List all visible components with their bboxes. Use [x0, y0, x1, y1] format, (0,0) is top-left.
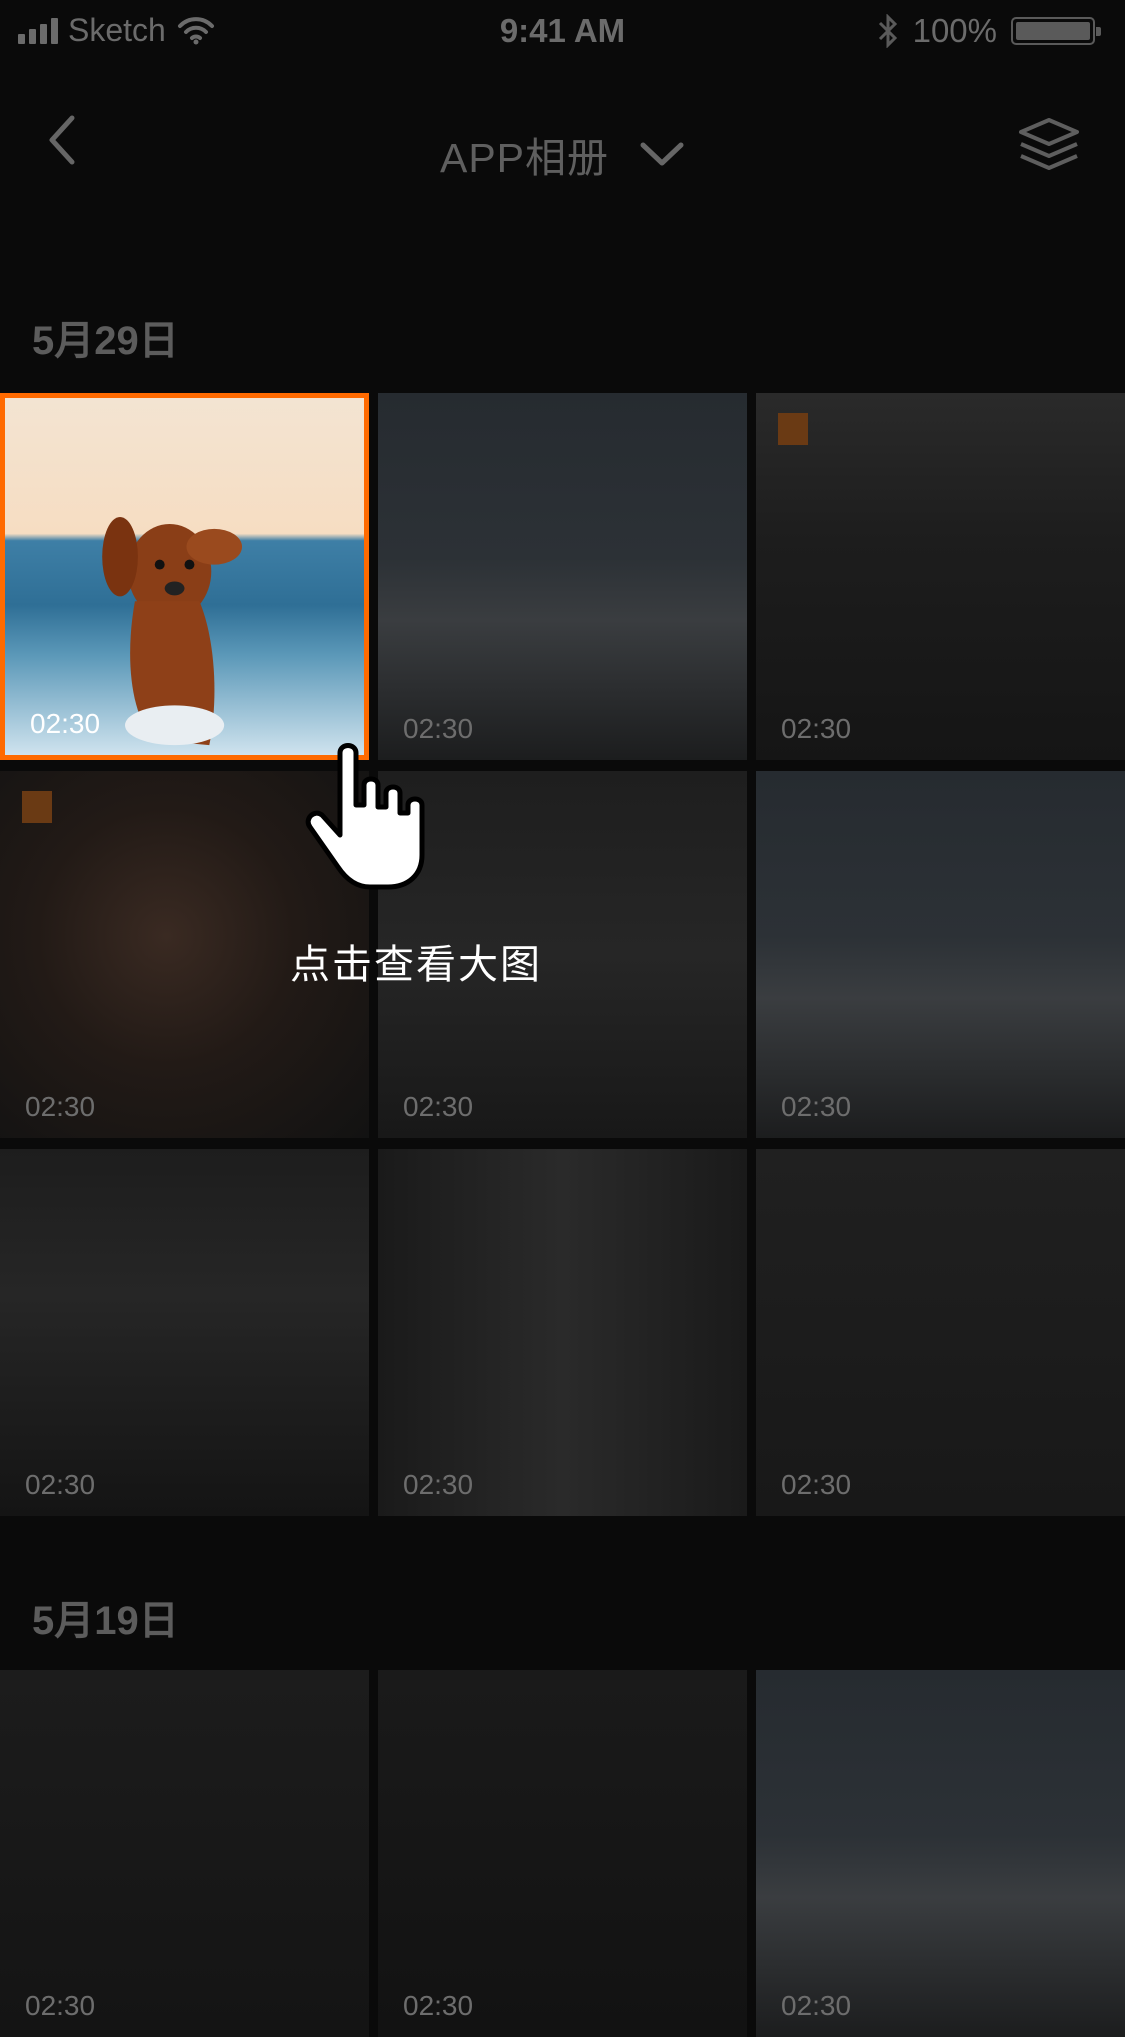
duration-label: 02:30: [30, 708, 101, 739]
chevron-down-icon: [640, 142, 684, 166]
photo-thumbnail[interactable]: 02:30: [0, 1670, 369, 2037]
photo-image: [756, 1670, 1125, 2037]
photo-image: [378, 1670, 747, 2037]
photo-thumbnail[interactable]: 02:30: [756, 393, 1125, 760]
duration-label: 02:30: [25, 1990, 96, 2021]
photo-image: [0, 1670, 369, 2037]
photo-image: [756, 771, 1125, 1138]
photo-thumbnail[interactable]: 02:30: [378, 1670, 747, 2037]
duration-label: 02:30: [403, 1469, 474, 1500]
bluetooth-icon: [878, 14, 897, 48]
status-bar: Sketch 9:41 AM 100%: [0, 0, 1125, 62]
battery-percent: 100%: [912, 12, 997, 49]
photo-thumbnail[interactable]: 02:30: [378, 393, 747, 760]
photo-image: [756, 1149, 1125, 1516]
bookmark-icon: [22, 791, 52, 823]
album-selector[interactable]: APP相册: [0, 124, 1125, 184]
layers-icon[interactable]: [1017, 116, 1081, 172]
page-title: APP相册: [439, 135, 610, 181]
bookmark-icon: [778, 413, 808, 445]
photo-thumbnail[interactable]: 02:30: [378, 1149, 747, 1516]
photo-thumbnail[interactable]: 02:30: [756, 1670, 1125, 2037]
duration-label: 02:30: [781, 1469, 852, 1500]
duration-label: 02:30: [25, 1469, 96, 1500]
photo-thumbnail[interactable]: 02:30: [756, 771, 1125, 1138]
hand-pointer-icon: [305, 743, 425, 890]
photo-image: [0, 1149, 369, 1516]
photo-thumbnail[interactable]: 02:30: [0, 393, 369, 760]
duration-label: 02:30: [781, 713, 852, 744]
photo-image: [756, 393, 1125, 760]
duration-label: 02:30: [25, 1091, 96, 1122]
duration-label: 02:30: [403, 1091, 474, 1122]
nav-bar: APP相册: [0, 88, 1125, 208]
duration-label: 02:30: [403, 1990, 474, 2021]
tooltip-text: 点击查看大图: [290, 943, 542, 987]
photo-thumbnail[interactable]: 02:30: [0, 1149, 369, 1516]
section-date: 5月29日: [32, 319, 179, 363]
battery-icon: [1011, 17, 1101, 45]
duration-label: 02:30: [781, 1990, 852, 2021]
photo-image: [378, 1149, 747, 1516]
duration-label: 02:30: [781, 1091, 852, 1122]
photo-image: [378, 393, 747, 760]
section-date: 5月19日: [32, 1599, 179, 1643]
dog-photo-icon: [102, 517, 243, 746]
photo-thumbnail[interactable]: 02:30: [756, 1149, 1125, 1516]
